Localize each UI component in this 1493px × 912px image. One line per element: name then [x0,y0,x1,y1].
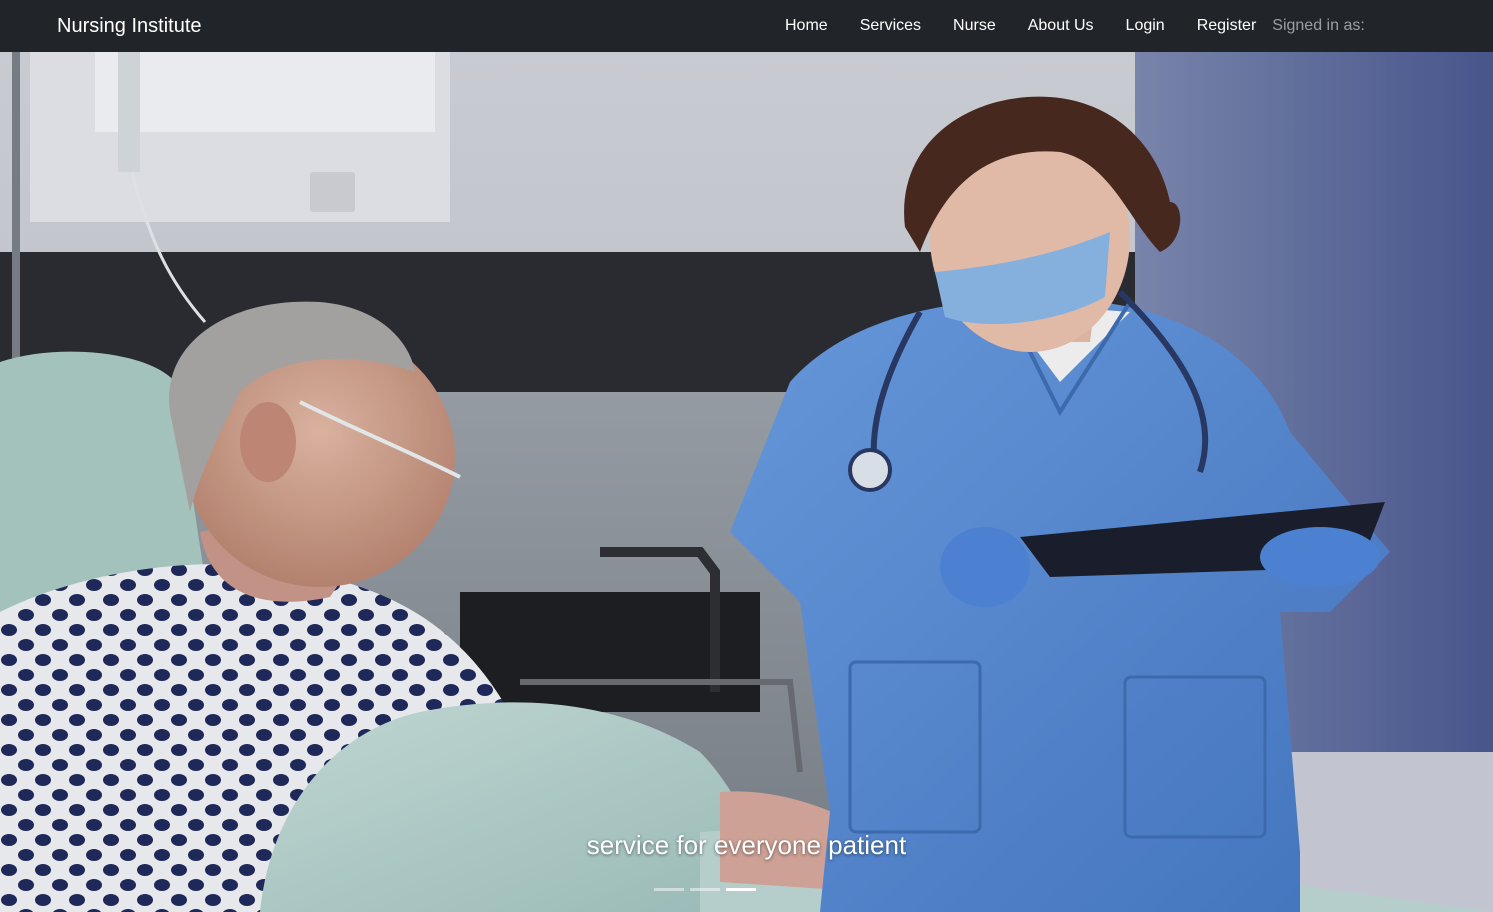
nav-home-link[interactable]: Home [769,16,844,36]
hero-carousel: service for everyone patient [0,52,1493,912]
nav-about-link[interactable]: About Us [1012,16,1110,36]
carousel-indicators [654,878,756,901]
brand-link[interactable]: Nursing Institute [57,13,202,39]
signed-in-text: Signed in as: [1272,17,1365,34]
carousel-indicator-1[interactable] [654,878,684,901]
carousel-indicator-2[interactable] [690,878,720,901]
carousel-indicator-3[interactable] [726,878,756,901]
carousel-caption: service for everyone patient [586,830,907,860]
nav-nurse-link[interactable]: Nurse [937,16,1012,36]
top-navbar: Nursing Institute Home Services Nurse Ab… [0,0,1493,52]
nav-links: Home Services Nurse About Us Login Regis… [769,0,1365,52]
hero-slide-image [0,52,1493,912]
nav-services-link[interactable]: Services [844,16,937,36]
nav-login-link[interactable]: Login [1110,16,1181,36]
nav-register-link[interactable]: Register [1181,16,1273,36]
